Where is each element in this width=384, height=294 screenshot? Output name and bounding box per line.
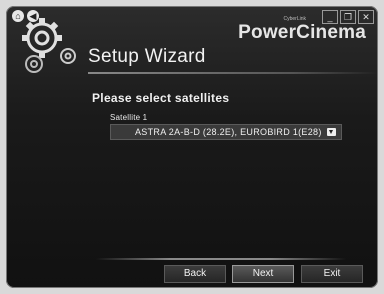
exit-button[interactable]: Exit — [301, 265, 363, 283]
footer-divider — [96, 258, 346, 260]
chevron-down-icon[interactable] — [327, 128, 336, 136]
brand-logo: PowerCinema — [238, 22, 366, 43]
satellite-dropdown[interactable]: ASTRA 2A-B-D (28.2E), EUROBIRD 1(E28) — [110, 124, 342, 140]
back-button[interactable]: Back — [164, 265, 226, 283]
page-title: Setup Wizard — [88, 46, 206, 67]
instruction-text: Please select satellites — [92, 91, 230, 105]
satellite-value: ASTRA 2A-B-D (28.2E), EUROBIRD 1(E28) — [135, 127, 322, 137]
satellite-label: Satellite 1 — [110, 113, 148, 122]
gears-icon — [22, 18, 76, 73]
title-divider — [88, 72, 378, 74]
setup-wizard-window: ⌂ ◀ _ ❐ ✕ CyberLink PowerCinema Setup Wi… — [6, 6, 378, 288]
next-button[interactable]: Next — [232, 265, 294, 283]
